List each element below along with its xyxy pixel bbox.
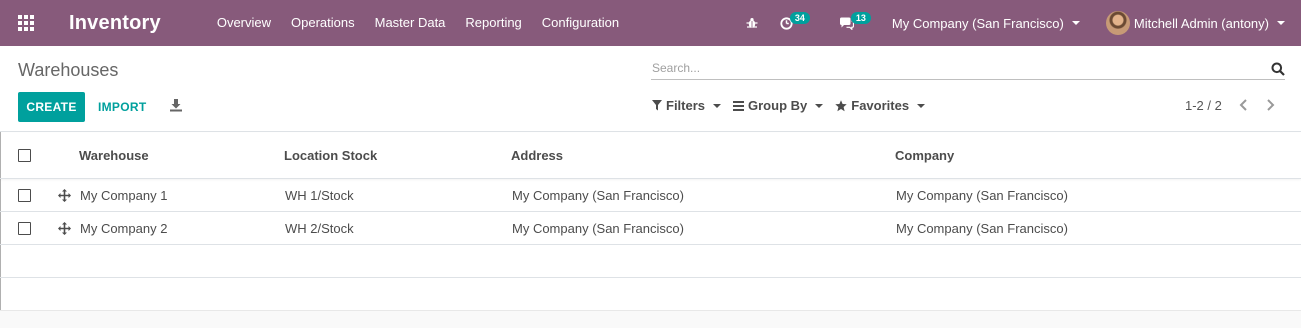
bug-icon [746, 18, 758, 28]
menu-operations[interactable]: Operations [281, 0, 365, 46]
cell-address: My Company (San Francisco) [512, 188, 684, 203]
column-header-warehouse[interactable]: Warehouse [79, 133, 149, 179]
move-handle-icon[interactable] [58, 222, 71, 235]
cell-location-stock: WH 2/Stock [285, 221, 354, 236]
filter-icon [652, 100, 662, 111]
cell-warehouse: My Company 1 [80, 188, 168, 203]
select-all-checkbox[interactable] [18, 149, 31, 162]
cell-company: My Company (San Francisco) [896, 221, 1068, 236]
import-button[interactable]: IMPORT [98, 92, 146, 122]
apps-grid-icon [18, 15, 34, 31]
menu-master-data[interactable]: Master Data [365, 0, 456, 46]
table-row[interactable]: My Company 1 WH 1/Stock My Company (San … [0, 179, 1301, 212]
column-header-company[interactable]: Company [895, 133, 954, 179]
activity-menu-button[interactable]: 34 [780, 0, 813, 46]
search-bar [651, 58, 1285, 80]
avatar [1105, 11, 1130, 35]
row-checkbox[interactable] [18, 189, 31, 202]
favorites-button[interactable]: Favorites [835, 98, 926, 113]
main-navbar: Inventory Overview Operations Master Dat… [0, 0, 1301, 46]
row-checkbox[interactable] [18, 222, 31, 235]
chevron-left-icon[interactable] [1236, 96, 1252, 114]
move-handle-icon[interactable] [58, 189, 71, 202]
download-icon[interactable] [169, 98, 183, 112]
cell-location-stock: WH 1/Stock [285, 188, 354, 203]
table-header: Warehouse Location Stock Address Company [0, 133, 1301, 179]
favorites-label: Favorites [851, 98, 910, 113]
column-header-address[interactable]: Address [511, 133, 563, 179]
filters-label: Filters [666, 98, 706, 113]
cell-company: My Company (San Francisco) [896, 188, 1068, 203]
caret-down-icon [1277, 21, 1285, 25]
group-by-button[interactable]: Group By [733, 98, 824, 113]
chevron-right-icon[interactable] [1262, 96, 1278, 114]
bars-icon [733, 100, 745, 111]
systray: 34 13 My Company (San Francisco) Mitchel… [746, 0, 1301, 46]
search-options: Filters Group By Favorites [652, 98, 937, 113]
user-menu[interactable]: Mitchell Admin (antony) [1105, 0, 1285, 46]
company-name: My Company (San Francisco) [891, 15, 1064, 31]
control-panel: Warehouses CREATE IMPORT Filters Group B… [0, 46, 1301, 132]
menu-reporting[interactable]: Reporting [455, 0, 531, 46]
caret-down-icon [815, 103, 824, 108]
star-icon [835, 99, 847, 111]
cell-address: My Company (San Francisco) [512, 221, 684, 236]
filters-button[interactable]: Filters [652, 98, 722, 113]
top-menu: Overview Operations Master Data Reportin… [207, 0, 629, 46]
breadcrumb: Warehouses [18, 60, 119, 80]
cell-warehouse: My Company 2 [80, 221, 168, 236]
group-by-label: Group By [748, 98, 808, 113]
app-title[interactable]: Inventory [69, 12, 161, 35]
message-count-badge: 13 [850, 12, 871, 24]
table-row[interactable]: My Company 2 WH 2/Stock My Company (San … [0, 212, 1301, 245]
pager-value[interactable]: 1-2 / 2 [1185, 98, 1222, 113]
apps-menu-button[interactable] [0, 0, 52, 46]
activity-count-badge: 34 [789, 12, 810, 24]
caret-down-icon [1071, 21, 1080, 25]
column-header-location-stock[interactable]: Location Stock [284, 133, 377, 179]
user-name: Mitchell Admin (antony) [1133, 15, 1269, 31]
messaging-menu-button[interactable]: 13 [839, 0, 874, 46]
menu-overview[interactable]: Overview [207, 0, 281, 46]
caret-down-icon [917, 103, 926, 108]
warehouse-list: Warehouse Location Stock Address Company… [0, 133, 1301, 278]
empty-row [0, 245, 1301, 278]
debug-button[interactable] [746, 0, 758, 46]
company-switcher[interactable]: My Company (San Francisco) [892, 0, 1080, 46]
search-input[interactable] [651, 58, 1251, 78]
create-button[interactable]: CREATE [18, 92, 85, 122]
menu-configuration[interactable]: Configuration [532, 0, 629, 46]
list-footer [0, 310, 1301, 328]
caret-down-icon [713, 103, 722, 108]
search-icon[interactable] [1271, 62, 1285, 76]
